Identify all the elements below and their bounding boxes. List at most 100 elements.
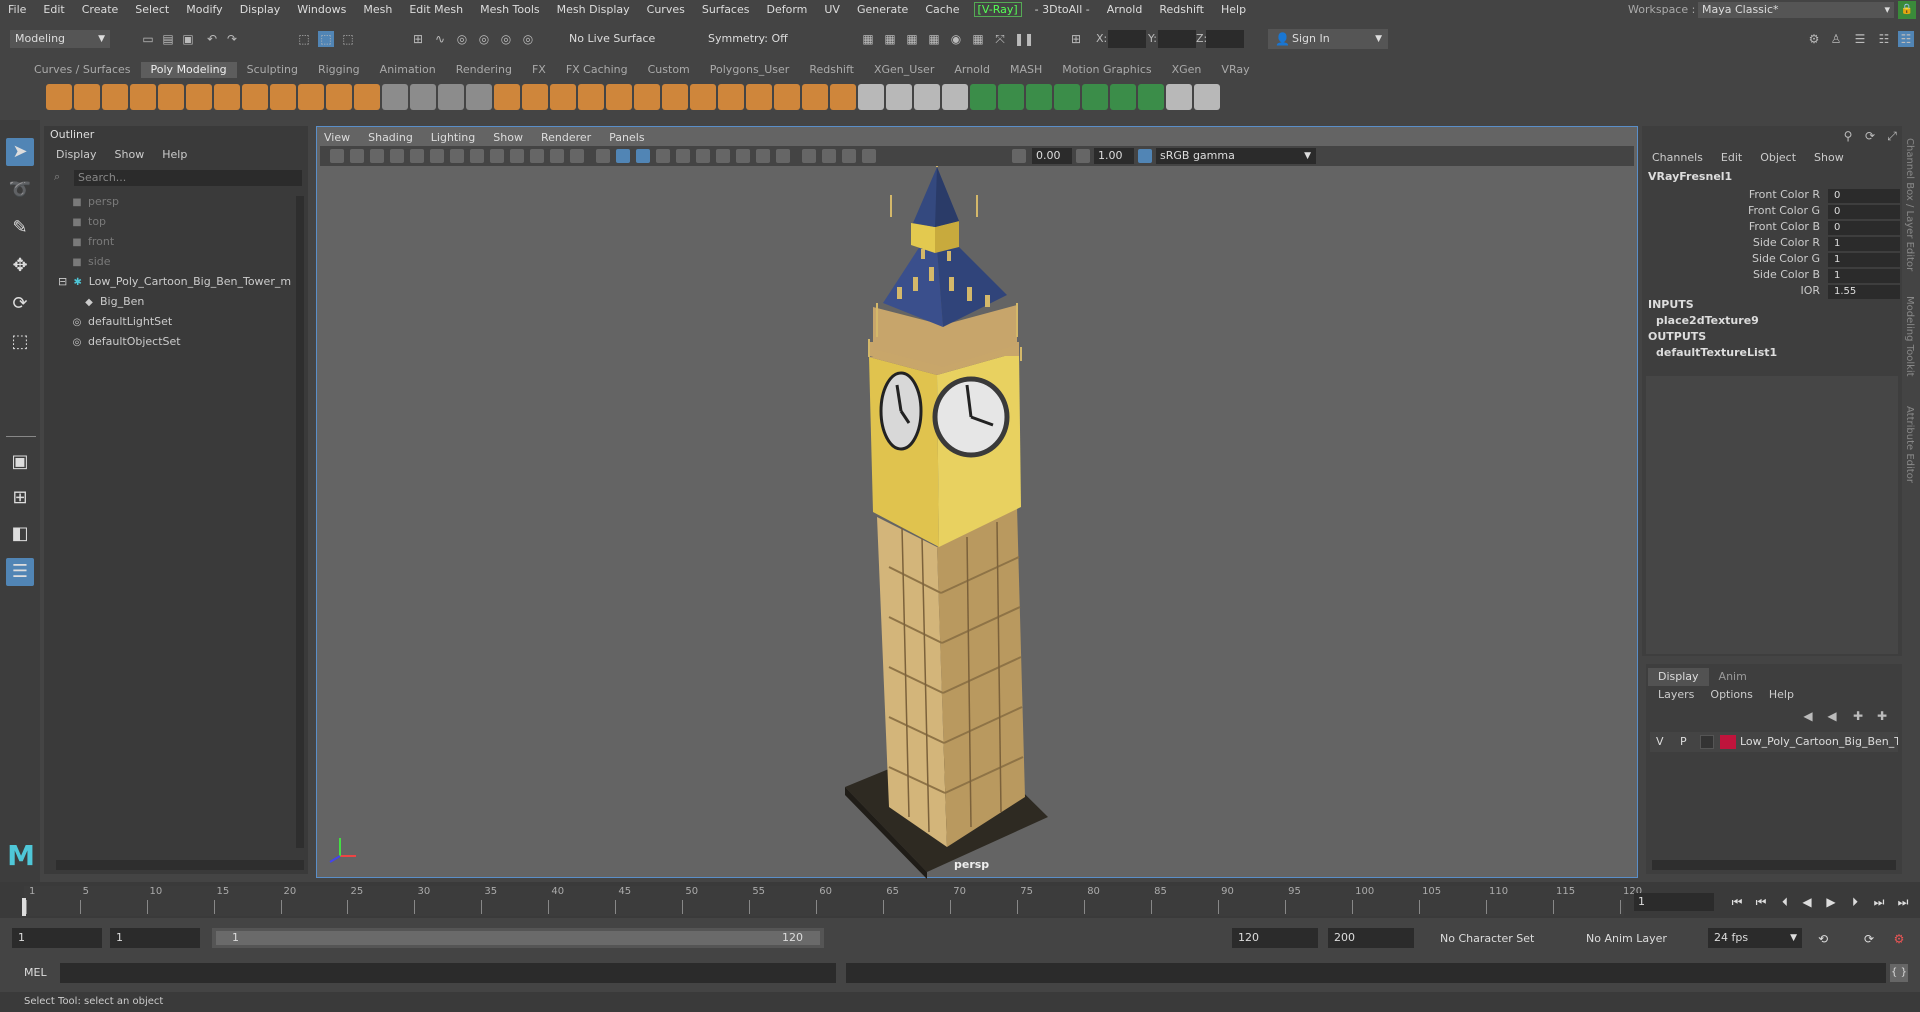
- select-hierarchy-icon[interactable]: ⬚: [296, 31, 312, 47]
- screen-space-ao-icon[interactable]: [716, 149, 730, 163]
- shelf-tab-fx[interactable]: FX: [522, 62, 556, 78]
- outliner-item[interactable]: ■ front: [44, 232, 300, 252]
- step-forward-key-icon[interactable]: ⏭: [1870, 893, 1888, 911]
- undo-icon[interactable]: ↶: [204, 31, 220, 47]
- poly-smooth-icon[interactable]: [522, 84, 548, 110]
- animation-prefs-icon[interactable]: ⚙: [1890, 930, 1908, 948]
- snap-surface-icon[interactable]: ◎: [498, 31, 514, 47]
- open-scene-icon[interactable]: ▤: [160, 31, 176, 47]
- workspace-select[interactable]: Maya Classic* ▾: [1698, 2, 1894, 18]
- z-field[interactable]: [1206, 30, 1244, 48]
- layer-menu-help[interactable]: Help: [1769, 688, 1794, 701]
- redo-icon[interactable]: ↷: [224, 31, 240, 47]
- anim-layer-select[interactable]: No Anim Layer: [1586, 932, 1667, 945]
- channel-menu-show[interactable]: Show: [1814, 151, 1844, 164]
- poly-disc-icon[interactable]: [214, 84, 240, 110]
- poly-layout-uv-icon[interactable]: [1138, 84, 1164, 110]
- attribute-value-field[interactable]: 0: [1828, 221, 1900, 235]
- shelf-tab-polygons-user[interactable]: Polygons_User: [700, 62, 800, 78]
- shelf-tab-mash[interactable]: MASH: [1000, 62, 1052, 78]
- paint-select-tool-icon[interactable]: ✎: [6, 214, 34, 242]
- wireframe-on-shaded-icon[interactable]: [636, 149, 650, 163]
- vray-ipr-icon[interactable]: ⤧: [992, 31, 1008, 47]
- vray-render-icon[interactable]: ▦: [970, 31, 986, 47]
- menu-windows[interactable]: Windows: [289, 3, 355, 16]
- step-back-key-icon[interactable]: ⏮: [1752, 893, 1770, 911]
- rotate-tool-icon[interactable]: ⟳: [6, 290, 34, 318]
- xray-icon[interactable]: [822, 149, 836, 163]
- attribute-label[interactable]: Front Color R: [1648, 188, 1820, 201]
- layer-tab-display[interactable]: Display: [1648, 668, 1709, 686]
- shelf-tab-rendering[interactable]: Rendering: [446, 62, 522, 78]
- menu-mesh-display[interactable]: Mesh Display: [549, 3, 639, 16]
- play-forwards-icon[interactable]: ▶: [1822, 893, 1840, 911]
- current-frame-field[interactable]: 1: [1634, 893, 1714, 911]
- safe-title-icon[interactable]: [570, 149, 584, 163]
- x-field[interactable]: [1108, 30, 1146, 48]
- poly-offset-edge-icon[interactable]: [774, 84, 800, 110]
- poly-bevel-icon[interactable]: [690, 84, 716, 110]
- shelf-tab-arnold[interactable]: Arnold: [944, 62, 1000, 78]
- poly-spherical-uv-icon[interactable]: [1054, 84, 1080, 110]
- poly-multi-cut-icon[interactable]: [858, 84, 884, 110]
- channel-menu-edit[interactable]: Edit: [1721, 151, 1742, 164]
- shelf-tab-xgen-user[interactable]: XGen_User: [864, 62, 944, 78]
- transform-icon[interactable]: ⊞: [1068, 31, 1084, 47]
- poly-sew-uv-icon[interactable]: [1194, 84, 1220, 110]
- snap-pivot-icon[interactable]: ◎: [520, 31, 536, 47]
- tool-settings-icon[interactable]: ☷: [1876, 31, 1892, 47]
- snap-point-icon[interactable]: ◎: [454, 31, 470, 47]
- attribute-value-field[interactable]: 1: [1828, 269, 1900, 283]
- side-tab-channel-box[interactable]: Channel Box / Layer Editor: [1904, 138, 1915, 271]
- inputs-node[interactable]: place2dTexture9: [1656, 314, 1759, 327]
- layer-display-type-toggle[interactable]: [1700, 735, 1714, 749]
- poly-combine-icon[interactable]: [410, 84, 436, 110]
- exposure-icon[interactable]: [1012, 149, 1026, 163]
- new-scene-icon[interactable]: ▭: [140, 31, 156, 47]
- attribute-value-field[interactable]: 1.55: [1828, 285, 1900, 299]
- outliner-item[interactable]: ◆ Big_Ben: [44, 292, 300, 312]
- attribute-editor-icon[interactable]: ☰: [1852, 31, 1868, 47]
- outliner-item[interactable]: ■ persp: [44, 192, 300, 212]
- move-layer-down-icon[interactable]: ◀: [1824, 708, 1840, 724]
- outputs-node[interactable]: defaultTextureList1: [1656, 346, 1777, 359]
- command-input[interactable]: [60, 963, 836, 983]
- poly-sphere-soccer-icon[interactable]: [382, 84, 408, 110]
- poly-target-weld-icon[interactable]: [886, 84, 912, 110]
- layer-horizontal-scrollbar[interactable]: [1652, 860, 1896, 870]
- layer-menu-layers[interactable]: Layers: [1658, 688, 1694, 701]
- attribute-label[interactable]: Side Color G: [1648, 252, 1820, 265]
- modeling-toolkit-icon[interactable]: ⚙: [1806, 31, 1822, 47]
- fps-select[interactable]: 24 fps ▼: [1708, 928, 1802, 948]
- viewport-menu-renderer[interactable]: Renderer: [541, 131, 591, 144]
- exposure-field[interactable]: 0.00: [1032, 148, 1072, 164]
- viewport-menu-show[interactable]: Show: [493, 131, 523, 144]
- attribute-value-field[interactable]: 0: [1828, 189, 1900, 203]
- viewport-menu-panels[interactable]: Panels: [609, 131, 644, 144]
- viewport-menu-view[interactable]: View: [324, 131, 350, 144]
- outliner-item[interactable]: ◎ defaultObjectSet: [44, 332, 300, 352]
- poly-text-icon[interactable]: [326, 84, 352, 110]
- outliner-menu-display[interactable]: Display: [56, 148, 97, 161]
- playback-start-field[interactable]: 1: [110, 928, 200, 948]
- motion-blur-icon[interactable]: [736, 149, 750, 163]
- color-management-icon[interactable]: [1138, 149, 1152, 163]
- poly-platonic-icon[interactable]: [242, 84, 268, 110]
- poly-planar-uv-icon[interactable]: [998, 84, 1024, 110]
- xray-components-icon[interactable]: [862, 149, 876, 163]
- attribute-value-field[interactable]: 0: [1828, 205, 1900, 219]
- go-to-end-icon[interactable]: ⏭: [1894, 893, 1912, 911]
- channel-menu-channels[interactable]: Channels: [1652, 151, 1703, 164]
- outliner-search-input[interactable]: Search...: [74, 170, 302, 186]
- snap-grid-icon[interactable]: ⊞: [410, 31, 426, 47]
- layer-color-swatch[interactable]: [1720, 735, 1736, 749]
- symmetry-field[interactable]: Symmetry: Off: [708, 31, 808, 47]
- attribute-label[interactable]: Side Color B: [1648, 268, 1820, 281]
- viewport-menu-lighting[interactable]: Lighting: [431, 131, 475, 144]
- step-forward-frame-icon[interactable]: ⏵: [1846, 893, 1864, 911]
- gate-mask-icon[interactable]: [510, 149, 524, 163]
- current-time-indicator[interactable]: [22, 898, 26, 916]
- render-frame-icon[interactable]: ▦: [882, 31, 898, 47]
- bookmarks-icon[interactable]: [370, 149, 384, 163]
- resolution-gate-icon[interactable]: [490, 149, 504, 163]
